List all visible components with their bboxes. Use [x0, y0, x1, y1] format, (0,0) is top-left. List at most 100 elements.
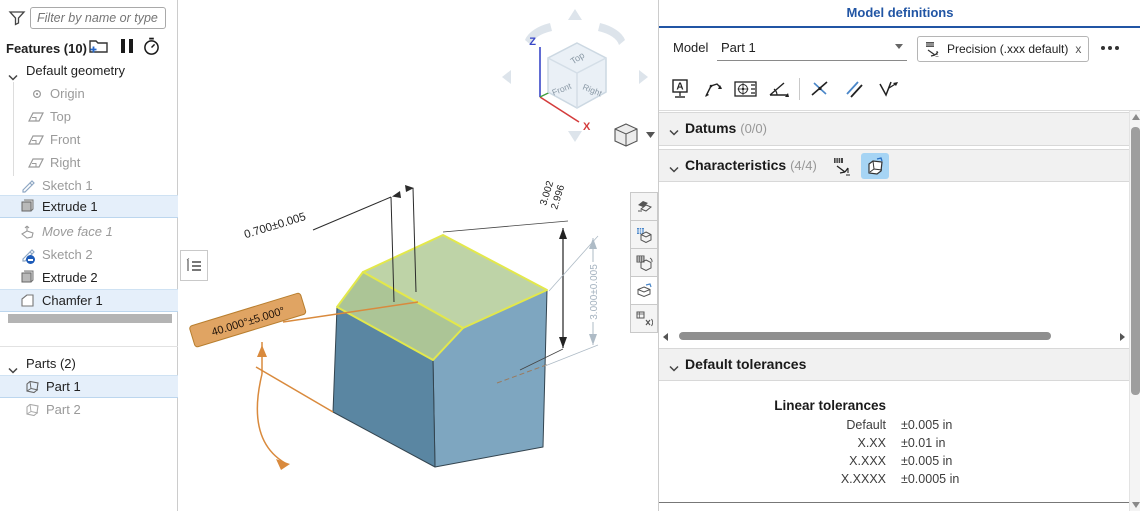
tab-active-indicator: [659, 26, 1140, 28]
dimension-grid-icon: [834, 157, 850, 176]
precision-chip-close[interactable]: x: [1075, 42, 1081, 56]
part-import-icon: [868, 156, 883, 175]
characteristics-table-container: Type Nominal value Tolerance Upper limit…: [663, 183, 1127, 330]
panel-bottom-rule: [659, 502, 1140, 503]
cube-xray-icon: [636, 311, 653, 326]
vertical-scroll-thumb[interactable]: [1131, 127, 1140, 395]
chevron-down-icon: [669, 361, 679, 376]
model-select[interactable]: Part 1: [717, 34, 907, 61]
tolerance-label: X.XX: [857, 436, 887, 450]
chevron-down-icon[interactable]: [8, 67, 18, 81]
plane-icon: [28, 155, 44, 171]
tolerance-value: ±0.005 in: [901, 454, 953, 468]
height-dimension-nominal[interactable]: 3.000±0.005: [544, 235, 600, 367]
tree-item-front-plane[interactable]: Front: [0, 129, 178, 151]
scroll-up-icon[interactable]: [1132, 114, 1140, 120]
parallel-lines-icon: [846, 81, 863, 98]
tree-item-default-geometry[interactable]: Default geometry: [0, 60, 178, 82]
linear-tolerance-row: X.XXX ±0.005 in: [719, 454, 1059, 472]
cube-table-icon: [636, 255, 653, 271]
feature-list-scrollbar[interactable]: [8, 314, 172, 323]
angle-dimension-icon: [769, 82, 789, 97]
scroll-left-icon[interactable]: [663, 333, 668, 341]
tree-item-sketch-2[interactable]: Sketch 2: [0, 244, 178, 266]
scroll-down-icon[interactable]: [1132, 502, 1140, 508]
panel-tab[interactable]: Model definitions: [659, 0, 1140, 27]
precision-chip[interactable]: Precision (.xxx default) x: [917, 36, 1090, 62]
extrude-icon: [20, 270, 36, 286]
move-face-icon: [20, 224, 36, 240]
tree-item-right-plane[interactable]: Right: [0, 152, 178, 174]
rotate-model-tool-button[interactable]: [630, 276, 658, 305]
surface-finish-tool-button[interactable]: [875, 76, 901, 102]
tree-item-chamfer-1[interactable]: Chamfer 1: [0, 289, 178, 312]
chevron-down-icon: [646, 132, 655, 138]
tree-item-top-plane[interactable]: Top: [0, 106, 178, 128]
panel-vertical-scrollbar[interactable]: [1129, 111, 1140, 511]
geometric-tolerance-tool-button[interactable]: [733, 76, 759, 102]
annotation-display-tool-button[interactable]: [630, 304, 658, 333]
tolerance-value: ±0.01 in: [901, 436, 946, 450]
datum-tool-button[interactable]: A: [667, 76, 693, 102]
height-nominal-text: 3.000±0.005: [589, 264, 600, 320]
tolerance-label: X.XXXX: [840, 472, 886, 486]
table-horizontal-scrollbar[interactable]: [663, 331, 1125, 343]
view-display-mode-button[interactable]: [614, 123, 655, 147]
tree-item-extrude-1[interactable]: Extrude 1: [0, 195, 178, 218]
angle-dimension-tool-button[interactable]: [766, 76, 792, 102]
intersection-tool-button[interactable]: [807, 76, 833, 102]
angle-dimension-label[interactable]: 40.000°±5.000°: [189, 292, 307, 348]
chevron-down-icon[interactable]: [8, 360, 18, 374]
plane-icon: [28, 132, 44, 148]
datums-section-header[interactable]: Datums (0/0): [659, 112, 1129, 146]
tolerance-value: ±0.0005 in: [901, 472, 960, 486]
tolerance-value: ±0.005 in: [901, 418, 953, 432]
history-clock-icon[interactable]: [142, 37, 162, 57]
parts-item-part-1[interactable]: Part 1: [0, 375, 178, 398]
tree-item-sketch-1[interactable]: Sketch 1: [0, 175, 178, 197]
tree-item-origin[interactable]: Origin: [0, 83, 178, 105]
scroll-right-icon[interactable]: [1120, 333, 1125, 341]
toolbar-divider: [799, 78, 800, 100]
view-cube[interactable]: Top Front Right: [547, 42, 607, 109]
collapse-feature-tree-button[interactable]: [180, 250, 208, 281]
suppressed-badge-icon: [26, 255, 35, 264]
feature-tree-sidebar: Features (10) Default geometry Origin To…: [0, 0, 178, 511]
z-axis-label: Z: [529, 36, 536, 48]
tolerance-label: Default: [846, 418, 886, 432]
plane-icon: [28, 109, 44, 125]
model-display-tool-button[interactable]: [630, 248, 658, 277]
new-folder-icon[interactable]: [88, 37, 108, 57]
chevron-down-icon: [669, 162, 679, 177]
precision-icon: [926, 42, 939, 57]
dimension-tool-button[interactable]: [700, 76, 726, 102]
add-dimension-characteristic-button[interactable]: [829, 153, 857, 179]
filter-icon[interactable]: [8, 9, 26, 27]
annotation-toolbar: A: [659, 70, 1140, 111]
appearance-icon: [637, 201, 652, 212]
parts-section-header[interactable]: Parts (2): [0, 353, 178, 375]
appearance-tool-button[interactable]: [630, 192, 658, 221]
part-solid[interactable]: [332, 234, 548, 468]
import-from-part-button[interactable]: [861, 153, 889, 179]
model-select-value: Part 1: [721, 40, 756, 55]
parallel-tool-button[interactable]: [841, 76, 867, 102]
parts-section-divider: [0, 346, 178, 347]
tree-item-move-face-1[interactable]: Move face 1: [0, 221, 178, 243]
cad-app-window: Features (10) Default geometry Origin To…: [0, 0, 1140, 511]
filter-input[interactable]: [30, 7, 166, 29]
tree-item-extrude-2[interactable]: Extrude 2: [0, 267, 178, 289]
tolerance-label: X.XXX: [849, 454, 886, 468]
default-tolerances-section-header[interactable]: Default tolerances: [659, 348, 1129, 381]
parts-item-part-2[interactable]: Part 2: [0, 399, 178, 421]
graphics-viewport[interactable]: Z X Y Top Front Right: [178, 0, 658, 511]
extrude-icon: [20, 199, 36, 215]
suspend-rollback-icon[interactable]: [118, 37, 144, 61]
x-axis-label: X: [583, 121, 591, 133]
overflow-menu-icon[interactable]: [1101, 46, 1119, 50]
panel-title: Model definitions: [846, 5, 954, 20]
datum-feature-icon: A: [672, 79, 688, 98]
show-dimensions-tool-button[interactable]: [630, 220, 658, 249]
horizontal-scroll-thumb[interactable]: [679, 332, 1051, 340]
characteristics-section-header[interactable]: Characteristics (4/4): [659, 149, 1129, 182]
